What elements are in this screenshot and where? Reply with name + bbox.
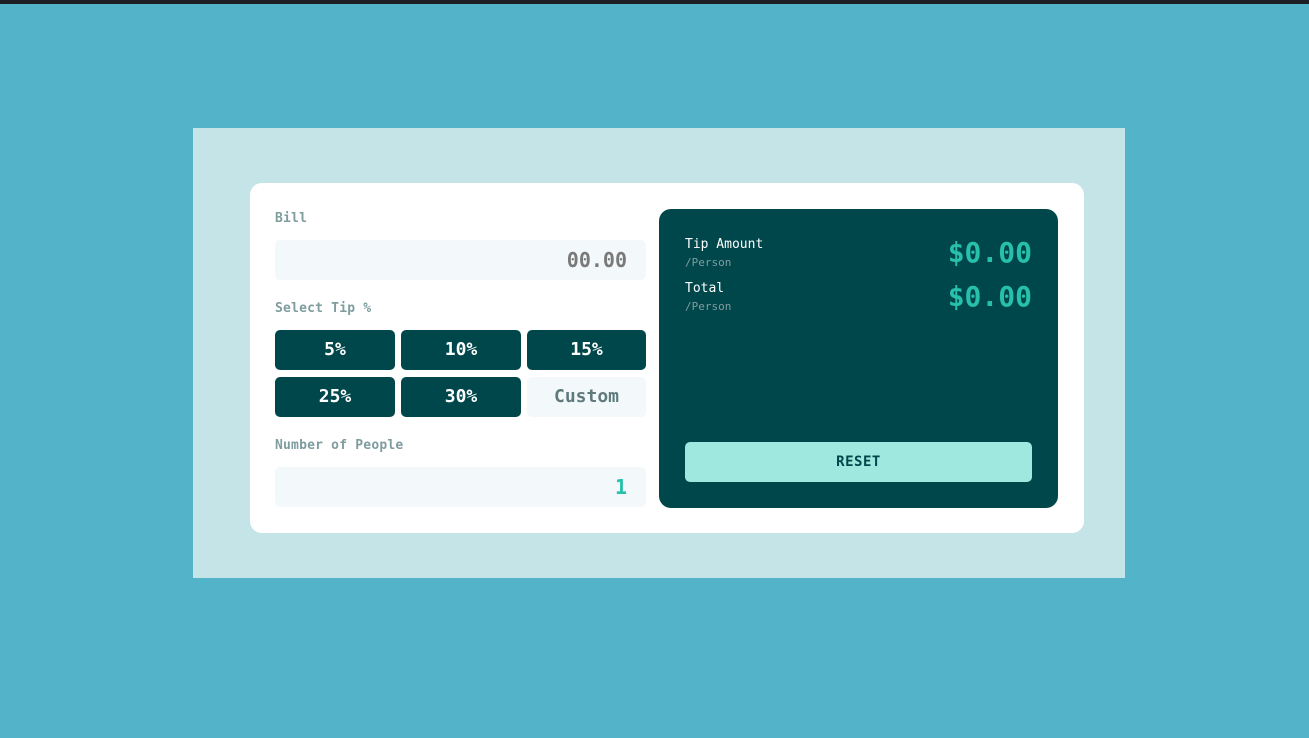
tip-calculator-card: Bill 00.00 Select Tip % 5% 10% 15% 25% 3… [250, 183, 1084, 533]
tip-25-button[interactable]: 25% [275, 377, 395, 417]
tip-amount-title: Tip Amount [685, 237, 764, 252]
results-panel: Tip Amount /Person $0.00 Total /Person $… [659, 209, 1058, 508]
tip-5-button[interactable]: 5% [275, 330, 395, 370]
total-sub: /Person [685, 300, 732, 313]
people-label: Number of People [275, 438, 404, 453]
tip-amount-sub: /Person [685, 256, 732, 269]
bill-label: Bill [275, 211, 308, 226]
people-input[interactable]: 1 [275, 467, 646, 507]
custom-tip-input[interactable]: Custom [527, 377, 646, 417]
total-value: $0.00 [947, 280, 1032, 313]
bill-input[interactable]: 00.00 [275, 240, 646, 280]
tip-30-button[interactable]: 30% [401, 377, 521, 417]
tip-15-button[interactable]: 15% [527, 330, 646, 370]
select-tip-label: Select Tip % [275, 301, 372, 316]
total-title: Total [685, 281, 725, 296]
reset-button[interactable]: RESET [685, 442, 1032, 482]
window-top-bar [0, 0, 1309, 4]
tip-amount-value: $0.00 [947, 236, 1032, 269]
tip-10-button[interactable]: 10% [401, 330, 521, 370]
